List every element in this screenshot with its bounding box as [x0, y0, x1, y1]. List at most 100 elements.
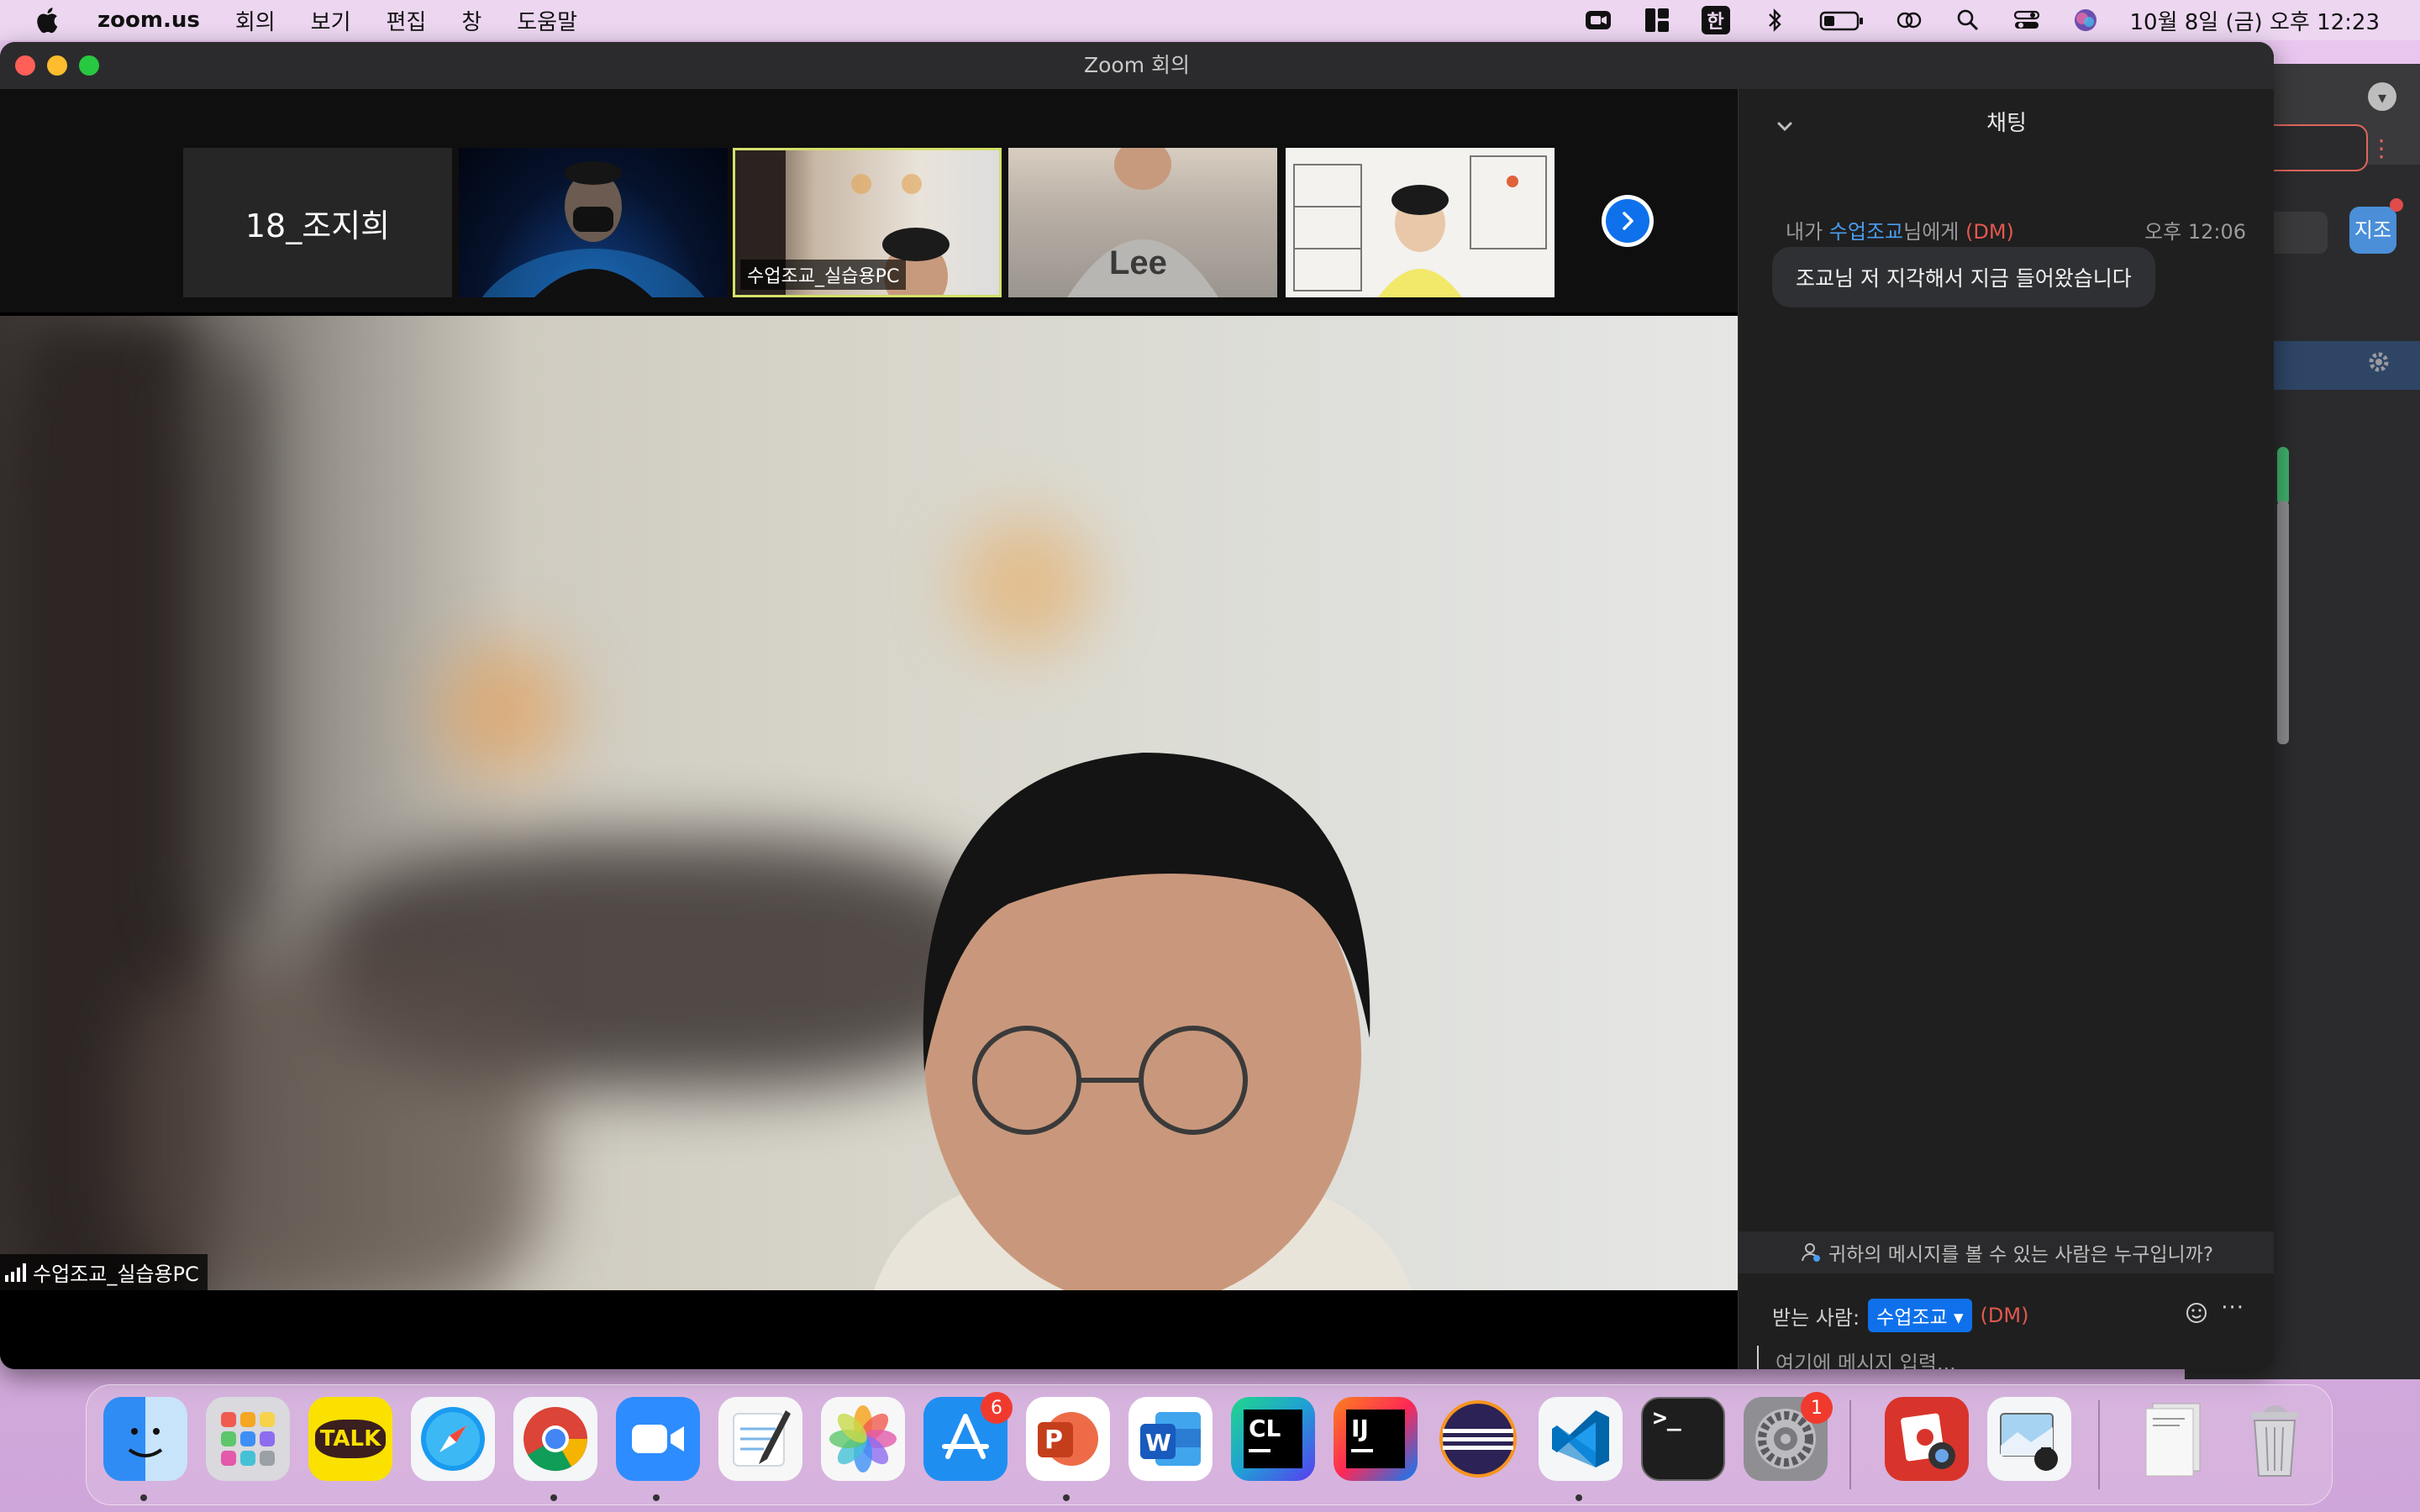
- window-title: Zoom 회의: [1083, 53, 1191, 77]
- chevron-down-icon[interactable]: ▾: [2368, 82, 2396, 111]
- chat-header: 채팅: [1739, 89, 2274, 173]
- recipient-label: 받는 사람:: [1772, 1305, 1860, 1330]
- clion-underline: [1249, 1449, 1270, 1452]
- gear-icon[interactable]: [2366, 349, 2391, 375]
- running-indicator: [140, 1494, 147, 1501]
- participant-label: 수업조교_실습용PC: [740, 260, 907, 290]
- running-indicator: [1063, 1494, 1070, 1501]
- word-label: W: [1145, 1429, 1171, 1457]
- zoom-icon[interactable]: [616, 1397, 700, 1481]
- system-preferences-icon[interactable]: 1: [1744, 1392, 1833, 1481]
- more-options-button[interactable]: ···: [2221, 1295, 2244, 1320]
- zoom-meeting-window: Zoom 회의 18_조지희 수업조교_실습용PC Lee 수업조교_실습용PC…: [0, 42, 2274, 1369]
- more-options-icon[interactable]: ⋮: [2370, 134, 2393, 162]
- safari-icon[interactable]: [411, 1397, 495, 1481]
- notification-badge: 6: [981, 1392, 1013, 1424]
- menu-help[interactable]: 도움말: [517, 5, 577, 36]
- dm-tag: (DM): [1965, 220, 2014, 244]
- running-indicator: [1576, 1494, 1582, 1501]
- preview-icon[interactable]: [1987, 1397, 2071, 1481]
- menu-edit[interactable]: 편집: [387, 5, 427, 36]
- launchpad-icon[interactable]: [206, 1397, 290, 1481]
- eclipse-icon[interactable]: [1436, 1397, 1520, 1481]
- screen-mirroring-icon[interactable]: [1895, 6, 1923, 34]
- bluetooth-icon[interactable]: [1760, 6, 1789, 34]
- intellij-label: IJ: [1351, 1415, 1369, 1442]
- photos-icon[interactable]: [821, 1397, 905, 1481]
- control-center-icon[interactable]: [2012, 6, 2041, 34]
- apple-icon[interactable]: [34, 5, 64, 35]
- recipient-dm-tag: (DM): [1980, 1304, 2029, 1327]
- kakaotalk-icon[interactable]: TALK: [308, 1397, 392, 1481]
- powerpoint-icon[interactable]: P: [1026, 1397, 1110, 1481]
- message-time: 오후 12:06: [2144, 220, 2246, 244]
- next-page-button[interactable]: [1602, 195, 1654, 247]
- menu-view[interactable]: 보기: [311, 5, 351, 36]
- word-icon[interactable]: W: [1128, 1397, 1213, 1481]
- participant-tile-video[interactable]: Lee: [1008, 148, 1277, 297]
- message-recipient[interactable]: 수업조교: [1829, 220, 1903, 244]
- avatar[interactable]: 지조: [2349, 207, 2396, 254]
- speaker-silhouette: [874, 753, 1412, 1290]
- participant-tile-name-only[interactable]: 18_조지희: [183, 148, 452, 297]
- participant-tile-video[interactable]: [459, 148, 728, 297]
- participant-tile-video[interactable]: [1286, 148, 1555, 297]
- finder-icon[interactable]: [103, 1397, 187, 1481]
- chevron-right-icon: [1606, 199, 1649, 243]
- chat-title: 채팅: [1986, 111, 2027, 136]
- participant-name: 18_조지희: [245, 207, 391, 244]
- chat-panel: 채팅 내가 수업조교님에게 (DM) 오후 12:06 조교님 저 지각해서 지…: [1738, 89, 2274, 1369]
- intellij-underline: [1351, 1449, 1373, 1452]
- terminal-label: >_: [1653, 1404, 1681, 1431]
- main-speaker-video[interactable]: 수업조교_실습용PC: [0, 316, 1738, 1290]
- chrome-icon[interactable]: [513, 1397, 597, 1481]
- window-layout-icon[interactable]: [1643, 6, 1671, 34]
- battery-icon[interactable]: [1819, 6, 1865, 34]
- message-visibility-bar[interactable]: 귀하의 메시지를 볼 수 있는 사람은 누구입니까?: [1739, 1231, 2274, 1273]
- menu-window[interactable]: 창: [461, 5, 481, 36]
- emoji-icon[interactable]: [2184, 1300, 2209, 1326]
- clion-icon[interactable]: CL: [1231, 1397, 1315, 1481]
- chat-message-bubble[interactable]: 조교님 저 지각해서 지금 들어왔습니다: [1772, 247, 2155, 307]
- message-meta: 내가 수업조교님에게 (DM): [1786, 215, 2014, 244]
- title-bar[interactable]: Zoom 회의: [0, 42, 2274, 90]
- message-visibility-text: 귀하의 메시지를 볼 수 있는 사람은 누구입니까?: [1828, 1244, 2214, 1266]
- terminal-icon[interactable]: >_: [1641, 1397, 1725, 1481]
- app-menu-zoom[interactable]: zoom.us: [97, 8, 200, 33]
- menu-meeting[interactable]: 회의: [235, 5, 276, 36]
- participant-video-silhouette: [1293, 155, 1547, 297]
- participant-video-silhouette: [481, 161, 705, 297]
- svg-text:Lee: Lee: [1109, 244, 1167, 281]
- message-sender: 내가: [1786, 220, 1829, 244]
- trash-icon[interactable]: [2233, 1397, 2317, 1481]
- status-menus: 한 10월 8일 (금) 오후 12:23: [1584, 0, 2381, 40]
- intellij-icon[interactable]: IJ: [1334, 1397, 1418, 1481]
- zoom-camera-icon[interactable]: [1584, 6, 1612, 34]
- notification-dot: [2390, 198, 2403, 212]
- video-bottom-area: [0, 1290, 1738, 1369]
- dock-separator: [2098, 1400, 2100, 1489]
- photo-booth-icon[interactable]: [1885, 1397, 1969, 1481]
- input-source-indicator[interactable]: 한: [1701, 6, 1730, 34]
- spotlight-search-icon[interactable]: [1954, 6, 1982, 34]
- running-indicator: [653, 1494, 660, 1501]
- recipient-value: 수업조교: [1876, 1307, 1948, 1329]
- scrollbar[interactable]: [2277, 501, 2289, 744]
- recipient-dropdown[interactable]: 수업조교 ▾: [1868, 1299, 1972, 1332]
- notification-badge: 1: [1801, 1392, 1833, 1424]
- clion-label: CL: [1249, 1415, 1281, 1442]
- document-stack-icon[interactable]: [2130, 1397, 2214, 1481]
- dock: TALK 6 P W CL IJ >_ 1: [86, 1384, 2333, 1505]
- textedit-icon[interactable]: [718, 1397, 802, 1481]
- message-recipient-suffix: 님에게: [1903, 220, 1965, 244]
- participant-tile-active[interactable]: 수업조교_실습용PC: [733, 148, 1002, 297]
- speaker-name: 수업조교_실습용PC: [33, 1263, 199, 1286]
- siri-icon[interactable]: [2071, 6, 2100, 34]
- app-store-icon[interactable]: 6: [923, 1392, 1013, 1481]
- recipient-row: 받는 사람: 수업조교 ▾ (DM): [1772, 1299, 2028, 1332]
- vscode-icon[interactable]: [1539, 1397, 1623, 1481]
- powerpoint-label: P: [1044, 1425, 1063, 1455]
- participant-strip: 18_조지희 수업조교_실습용PC Lee: [0, 89, 1738, 312]
- chat-message-input[interactable]: [1757, 1346, 2265, 1369]
- menubar-clock[interactable]: 10월 8일 (금) 오후 12:23: [2130, 5, 2381, 36]
